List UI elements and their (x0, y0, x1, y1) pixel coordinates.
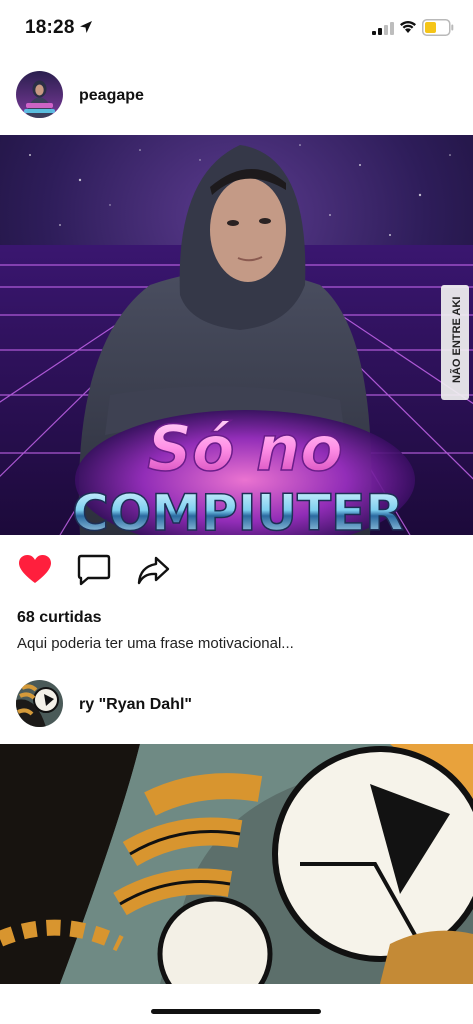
home-indicator[interactable] (151, 1009, 321, 1014)
battery-icon (422, 19, 454, 36)
signal-icon (372, 22, 394, 35)
post-actions (0, 552, 473, 592)
post-header: ry "Ryan Dahl" (0, 674, 473, 734)
status-time: 18:28 (25, 17, 75, 38)
avatar[interactable] (16, 71, 63, 118)
post-image[interactable] (0, 744, 473, 984)
comment-icon[interactable] (76, 552, 112, 588)
share-icon[interactable] (135, 552, 171, 588)
avatar[interactable] (16, 680, 63, 727)
image-text-line2: COMPIUTER (72, 484, 404, 535)
post-image[interactable]: Só no COMPIUTER NÃO ENTRE AKI (0, 135, 473, 535)
image-text-line1: Só no (147, 412, 343, 485)
watermark-text: NÃO ENTRE AKI (450, 297, 463, 383)
status-bar: 18:28 (0, 0, 473, 56)
username[interactable]: peagape (79, 87, 144, 105)
location-arrow-icon (80, 21, 92, 33)
post-caption: Aqui poderia ter uma frase motivacional.… (17, 635, 294, 652)
post-header: peagape (0, 65, 473, 125)
username[interactable]: ry "Ryan Dahl" (79, 696, 192, 714)
wifi-icon (400, 21, 416, 33)
heart-icon[interactable] (17, 552, 53, 588)
likes-count[interactable]: 68 curtidas (17, 609, 101, 627)
